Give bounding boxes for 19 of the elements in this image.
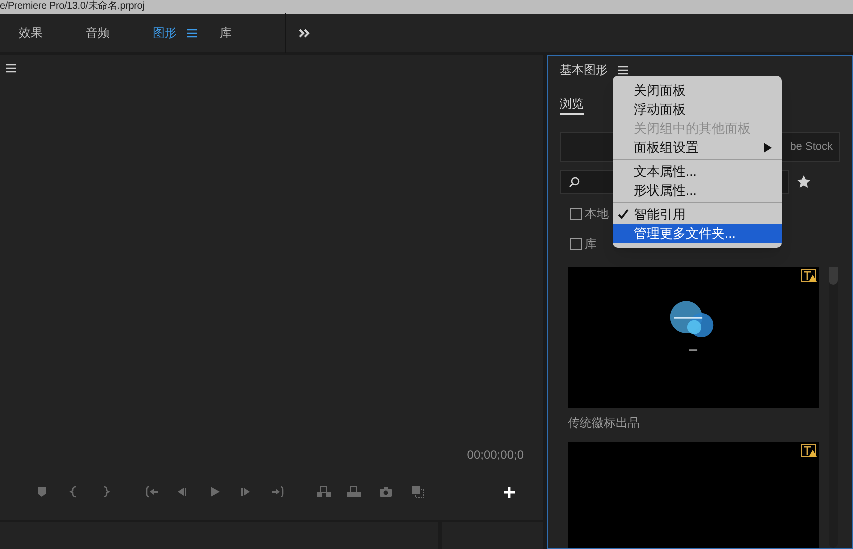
menu-item[interactable]: 浮动面板 [613,100,782,119]
menu-item[interactable]: 管理更多文件夹... [613,224,782,243]
timecode: 00;00;00;0 [467,447,524,464]
filter-label: 库 [585,236,597,253]
stock-option[interactable]: be Stock [790,138,833,156]
panel-title: 基本图形 [560,62,608,79]
panel-tab[interactable]: 图形 [153,24,177,42]
window-title: e/Premiere Pro/13.0/未命名.prproj [0,1,145,13]
menu-item[interactable]: 关闭面板 [613,81,782,100]
panel-tab[interactable]: 库 [220,24,232,42]
menu-item[interactable]: 文本属性... [613,162,782,181]
browse-tab[interactable]: 浏览 [560,95,584,115]
template-name: 传统徽标出品 [568,415,641,432]
filter-label: 本地 [585,206,609,223]
menu-item[interactable]: 智能引用 [613,205,782,224]
panel-tab[interactable]: 音频 [86,24,110,42]
panel-tab[interactable]: 效果 [19,24,43,42]
menu-item[interactable]: 形状属性... [613,181,782,200]
menu-item[interactable]: 面板组设置 [613,138,782,157]
